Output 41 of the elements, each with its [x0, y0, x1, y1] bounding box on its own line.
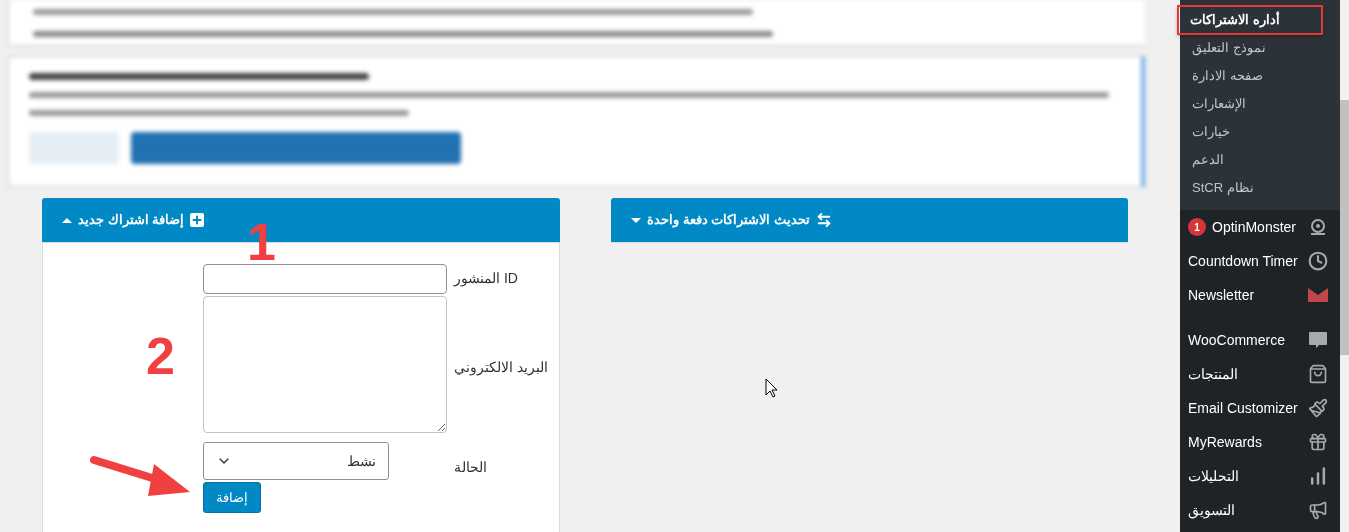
menu-item[interactable]: Email Customizer [1180, 391, 1340, 425]
panel-header[interactable]: تحديث الاشتراكات دفعة واحدة [611, 198, 1128, 242]
menu-item[interactable]: Newsletter [1180, 278, 1340, 312]
gift-icon [1308, 432, 1328, 452]
panel-title: تحديث الاشتراكات دفعة واحدة [647, 211, 810, 230]
menu-item[interactable]: MyRewards [1180, 425, 1340, 459]
speech-bubble-icon [1308, 330, 1328, 350]
menu-item[interactable]: المنتجات [1180, 357, 1340, 391]
envelope-icon [1308, 287, 1328, 303]
add-button[interactable]: إضافة [203, 482, 261, 513]
menu-item[interactable]: 1 OptinMonster [1180, 210, 1340, 244]
email-field[interactable] [203, 296, 447, 433]
menu-item[interactable]: التحليلات [1180, 459, 1340, 493]
swap-arrows-icon [815, 212, 832, 228]
field-label: ID المنشور [454, 268, 518, 289]
submenu-item[interactable]: صفحه الادارة [1180, 62, 1340, 90]
submenu-item[interactable]: الإشعارات [1180, 90, 1340, 118]
submenu-item[interactable]: الدعم [1180, 146, 1340, 174]
submenu-item[interactable]: نموذج التعليق [1180, 34, 1340, 62]
count-badge: 1 [1188, 218, 1206, 236]
menu-item[interactable]: WooCommerce [1180, 323, 1340, 357]
cursor-icon [765, 378, 778, 398]
post-id-field[interactable] [203, 264, 447, 294]
annotation-number: 2 [146, 330, 175, 382]
field-label: البريد الالكتروني [454, 357, 548, 378]
monster-icon [1308, 217, 1328, 237]
bar-chart-icon [1308, 466, 1328, 486]
menu-item[interactable]: التسويق [1180, 493, 1340, 527]
scrollbar-thumb[interactable] [1340, 100, 1349, 355]
plus-icon [190, 213, 205, 227]
brush-icon [1308, 398, 1328, 418]
status-select[interactable]: نشط [203, 442, 389, 480]
submenu-item[interactable]: خيارات [1180, 118, 1340, 146]
field-label: الحالة [454, 458, 487, 477]
bag-icon [1308, 364, 1328, 384]
panel-title: إضافة اشتراك جديد [78, 211, 185, 230]
clock-icon [1308, 251, 1328, 271]
megaphone-icon [1308, 500, 1328, 520]
submenu-item[interactable]: نظام StCR [1180, 174, 1340, 202]
submenu-item[interactable]: أداره الاشتراكات [1178, 6, 1322, 34]
menu-item[interactable]: Countdown Timer [1180, 244, 1340, 278]
